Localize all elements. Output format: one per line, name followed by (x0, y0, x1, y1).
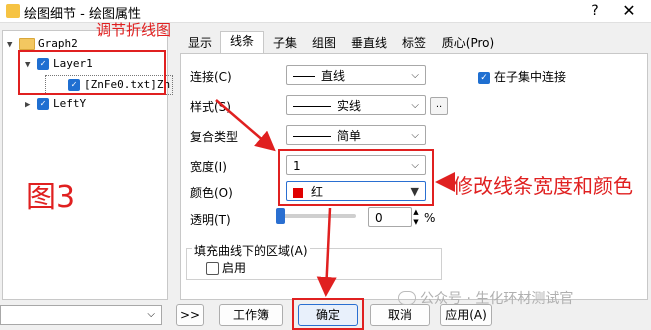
arrow-to-width (215, 99, 276, 152)
arrow-to-ok (316, 207, 337, 297)
annotation-arrows (215, 99, 455, 297)
